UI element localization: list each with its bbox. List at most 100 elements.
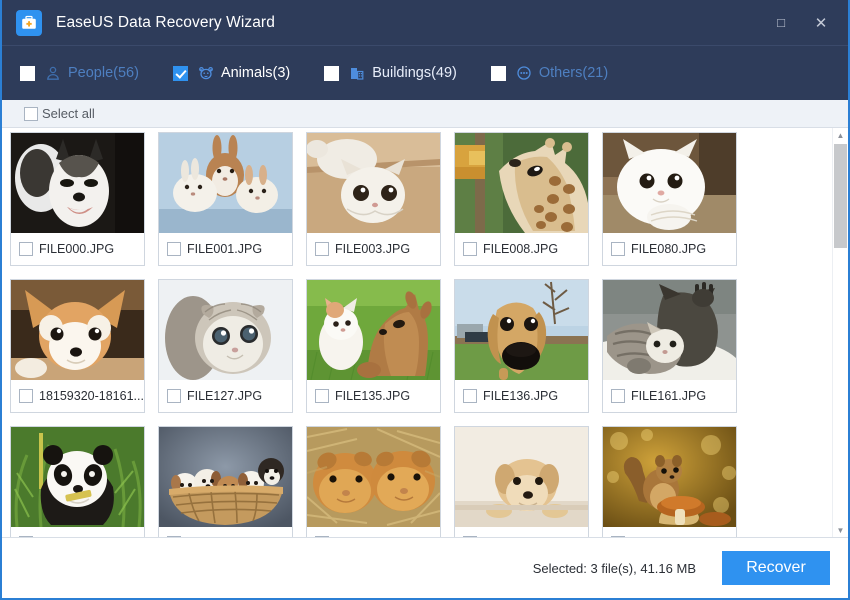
scroll-down-arrow[interactable]: ▼ — [833, 523, 848, 537]
filter-others[interactable]: Others(21) — [491, 64, 608, 82]
thumbnail-two-guinea-pigs[interactable] — [307, 427, 440, 527]
thumbnail-white-fluffy-cat[interactable] — [603, 133, 736, 233]
filter-people[interactable]: People(56) — [20, 64, 139, 82]
file-name: FILE136.JPG — [483, 389, 558, 403]
file-tile-footer: FILE001.JPG — [159, 233, 292, 265]
file-tile-footer: FILE008.JPG — [455, 233, 588, 265]
filter-animals-checkbox[interactable] — [173, 66, 188, 81]
file-tile[interactable]: FILE000.JPG — [10, 132, 145, 266]
scrollbar-thumb[interactable] — [834, 144, 847, 248]
file-tile-footer: FILE136.JPG — [455, 380, 588, 412]
thumbnail-puppies-in-basket[interactable] — [159, 427, 292, 527]
file-tile-footer — [11, 527, 144, 538]
select-all-checkbox[interactable] — [24, 107, 38, 121]
filter-others-checkbox[interactable] — [491, 66, 506, 81]
file-tile[interactable]: FILE008.JPG — [454, 132, 589, 266]
maximize-icon: □ — [777, 15, 785, 30]
file-checkbox[interactable] — [19, 536, 33, 538]
title-bar: EaseUS Data Recovery Wizard □ ✕ — [2, 0, 848, 45]
file-tile-footer: FILE127.JPG — [159, 380, 292, 412]
file-grid-scroll-area: FILE000.JPG — [2, 128, 848, 538]
file-checkbox[interactable] — [167, 389, 181, 403]
file-tile[interactable]: FILE127.JPG — [158, 279, 293, 413]
file-tile-footer: FILE135.JPG — [307, 380, 440, 412]
app-window: EaseUS Data Recovery Wizard □ ✕ People(5… — [0, 0, 850, 600]
animal-face-icon — [197, 64, 215, 82]
file-tile[interactable]: FILE003.JPG — [306, 132, 441, 266]
filter-people-label: People(56) — [68, 65, 139, 81]
thumbnail-corgi-puppy[interactable] — [11, 280, 144, 380]
file-tile[interactable] — [306, 426, 441, 538]
file-checkbox[interactable] — [315, 536, 329, 538]
file-tile-footer: 18159320-18161... — [11, 380, 144, 412]
file-checkbox[interactable] — [463, 389, 477, 403]
thumbnail-panda-eating[interactable] — [11, 427, 144, 527]
thumbnail-giraffe-head[interactable] — [455, 133, 588, 233]
thumbnail-scottish-fold-kitten[interactable] — [159, 280, 292, 380]
file-checkbox[interactable] — [315, 389, 329, 403]
file-tile[interactable]: FILE001.JPG — [158, 132, 293, 266]
filter-buildings-checkbox[interactable] — [324, 66, 339, 81]
file-tile-footer — [455, 527, 588, 538]
file-checkbox[interactable] — [167, 242, 181, 256]
file-name: FILE000.JPG — [39, 242, 114, 256]
file-tile-footer — [159, 527, 292, 538]
file-tile[interactable]: FILE161.JPG — [602, 279, 737, 413]
filter-buildings-label: Buildings(49) — [372, 65, 457, 81]
file-name: 18159320-18161... — [39, 389, 144, 403]
file-name: FILE127.JPG — [187, 389, 262, 403]
window-title: EaseUS Data Recovery Wizard — [56, 14, 275, 32]
thumbnail-three-rabbits[interactable] — [159, 133, 292, 233]
file-tile[interactable] — [454, 426, 589, 538]
file-tile[interactable] — [10, 426, 145, 538]
file-tile[interactable]: FILE080.JPG — [602, 132, 737, 266]
file-tile-footer: FILE003.JPG — [307, 233, 440, 265]
thumbnail-kitten-and-fawn[interactable] — [307, 280, 440, 380]
thumbnail-golden-retriever-puppy[interactable] — [455, 427, 588, 527]
person-icon — [44, 64, 62, 82]
file-tile-footer: FILE161.JPG — [603, 380, 736, 412]
maximize-button[interactable]: □ — [761, 0, 801, 45]
footer-bar: Selected: 3 file(s), 41.16 MB Recover — [2, 538, 848, 598]
thumbnail-cat-lying-floor[interactable] — [307, 133, 440, 233]
file-tile[interactable]: FILE135.JPG — [306, 279, 441, 413]
file-name: FILE080.JPG — [631, 242, 706, 256]
filter-others-label: Others(21) — [539, 65, 608, 81]
file-name: FILE135.JPG — [335, 389, 410, 403]
file-tile[interactable]: FILE136.JPG — [454, 279, 589, 413]
file-tile[interactable] — [602, 426, 737, 538]
thumbnail-husky-dog[interactable] — [11, 133, 144, 233]
file-tile-footer — [307, 527, 440, 538]
file-checkbox[interactable] — [611, 389, 625, 403]
thumbnail-golden-retriever-closeup[interactable] — [455, 280, 588, 380]
recover-button[interactable]: Recover — [722, 551, 830, 585]
category-filter-bar: People(56) Animals(3) — [2, 45, 848, 100]
file-tile[interactable] — [158, 426, 293, 538]
others-dots-icon — [515, 64, 533, 82]
buildings-icon — [348, 64, 366, 82]
file-checkbox[interactable] — [167, 536, 181, 538]
file-tile[interactable]: 18159320-18161... — [10, 279, 145, 413]
close-button[interactable]: ✕ — [801, 0, 841, 45]
file-checkbox[interactable] — [19, 389, 33, 403]
file-checkbox[interactable] — [19, 242, 33, 256]
thumbnail-squirrel-on-mushroom[interactable] — [603, 427, 736, 527]
filter-buildings[interactable]: Buildings(49) — [324, 64, 457, 82]
file-checkbox[interactable] — [315, 242, 329, 256]
scroll-up-arrow[interactable]: ▲ — [833, 128, 848, 142]
filter-people-checkbox[interactable] — [20, 66, 35, 81]
file-name: FILE161.JPG — [631, 389, 706, 403]
file-checkbox[interactable] — [611, 536, 625, 538]
select-all-bar[interactable]: Select all — [2, 100, 848, 128]
selection-summary: Selected: 3 file(s), 41.16 MB — [533, 561, 696, 576]
vertical-scrollbar[interactable]: ▲ ▼ — [832, 128, 848, 537]
file-checkbox[interactable] — [611, 242, 625, 256]
close-icon: ✕ — [815, 14, 828, 32]
thumbnail-two-cats-wrestling[interactable] — [603, 280, 736, 380]
file-checkbox[interactable] — [463, 242, 477, 256]
file-grid: FILE000.JPG — [10, 132, 822, 538]
file-tile-footer — [603, 527, 736, 538]
filter-animals[interactable]: Animals(3) — [173, 64, 290, 82]
file-checkbox[interactable] — [463, 536, 477, 538]
briefcase-plus-icon — [16, 10, 42, 36]
